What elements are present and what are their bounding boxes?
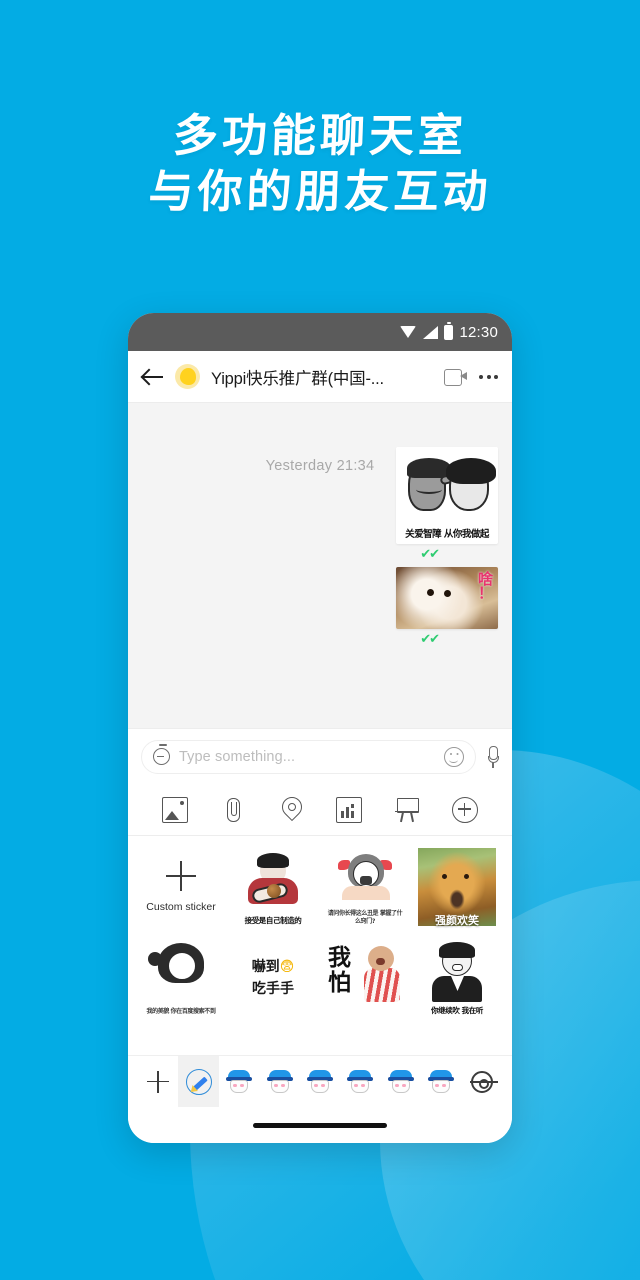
promo-headline-line1: 多功能聊天室 (172, 109, 468, 162)
scared-emoji-icon: 😨 (279, 959, 295, 975)
sticker-art-text: 嚇到😨 吃手手 (234, 938, 312, 1016)
status-bar-time: 12:30 (459, 323, 498, 341)
sticker-item[interactable]: 嚇到😨 吃手手 (234, 938, 312, 1016)
sticker-pack-icon (428, 1069, 455, 1094)
add-sticker-pack-icon (147, 1070, 170, 1093)
sticker-text-line2: 吃手手 (252, 981, 294, 997)
microphone-icon[interactable] (486, 745, 499, 768)
sticker-art-man: 你继续吹 我在听 (418, 938, 496, 1016)
sticker-caption: 你继续吹 我在听 (431, 1006, 483, 1015)
location-icon[interactable] (278, 797, 304, 823)
sticker-art-cat: 啥！ (396, 567, 498, 629)
sticker-art-caring (396, 447, 498, 526)
sticker-item[interactable]: 强颜欢笑 (418, 848, 496, 926)
girl-face-shape (446, 458, 496, 511)
sticker-item[interactable]: 你继续吹 我在听 (418, 938, 496, 1016)
more-options-icon[interactable] (479, 374, 498, 379)
attachment-toolbar (128, 784, 512, 836)
sticker-art-pigtail-girl: 请问你长得这么丑是 掌握了什么窍门? (326, 848, 404, 926)
video-call-icon[interactable] (444, 367, 468, 387)
add-sticker-pack-button[interactable] (138, 1056, 178, 1107)
promo-headline-line2: 与你的朋友互动 (147, 165, 493, 218)
poll-icon[interactable] (336, 796, 362, 823)
sticker-caption: 请问你长得这么丑是 掌握了什么窍门? (327, 910, 403, 925)
sticker-pack-tab-1[interactable] (219, 1056, 259, 1107)
message-input-bar: Type something... (128, 728, 512, 784)
sticker-caption: 强颜欢笑 (435, 914, 479, 927)
conversation-area[interactable]: Yesterday 21:34 关爱智障 从你我做起 ✔✔ 啥！ ✔✔ (128, 403, 512, 728)
sticker-settings-button[interactable] (462, 1056, 502, 1107)
sticker-caption: 接受是自己制造的 (244, 916, 302, 925)
sticker-item[interactable]: 我怕 (326, 938, 404, 1016)
sticker-pack-icon (226, 1069, 253, 1094)
timer-icon[interactable] (153, 744, 170, 765)
sticker-item[interactable]: 请问你长得这么丑是 掌握了什么窍门? (326, 848, 404, 926)
sticker-message-1[interactable]: 关爱智障 从你我做起 (396, 447, 498, 544)
man-face-shape (407, 458, 451, 511)
add-more-icon[interactable] (452, 796, 478, 823)
sticker-panel: Custom sticker 接受是自己制造的 请问你长得这么丑是 掌握了什么窍… (128, 836, 512, 1055)
chat-header: Yippi快乐推广群(中国-... (128, 351, 512, 403)
pencil-icon (185, 1068, 212, 1095)
read-receipt-2: ✔✔ (420, 631, 440, 646)
gallery-icon[interactable] (162, 796, 188, 823)
sticker-pack-tab-4[interactable] (340, 1056, 380, 1107)
sticker-caption: 我的美貌 你在百度搜索不到 (146, 1007, 216, 1015)
sticker-tab-bar (128, 1055, 512, 1107)
sticker-art-dog: 强颜欢笑 (418, 848, 496, 926)
custom-sticker-label: Custom sticker (146, 901, 216, 913)
plus-icon (166, 861, 196, 891)
whiteboard-icon[interactable] (394, 797, 420, 823)
group-avatar[interactable] (175, 364, 200, 389)
home-indicator[interactable] (253, 1122, 387, 1128)
status-bar: 12:30 (128, 313, 512, 351)
sticker-pack-tab-2[interactable] (259, 1056, 299, 1107)
chat-title[interactable]: Yippi快乐推广群(中国-... (211, 365, 433, 389)
sticker-pack-tab-3[interactable] (300, 1056, 340, 1107)
sticker-pack-icon (387, 1069, 414, 1094)
sticker-pack-icon (347, 1069, 374, 1094)
sticker-message-2[interactable]: 啥！ (396, 567, 498, 629)
home-indicator-area (128, 1107, 512, 1143)
message-bubble[interactable]: 啥！ ✔✔ (396, 567, 498, 646)
sticker-caption-overlay: 啥！ (477, 570, 493, 602)
sticker-art-boy: 接受是自己制造的 (234, 848, 312, 926)
sticker-item[interactable]: 我的美貌 你在百度搜索不到 (142, 938, 220, 1016)
message-input-placeholder[interactable]: Type something... (179, 749, 435, 765)
message-bubble[interactable]: 关爱智障 从你我做起 ✔✔ (396, 447, 498, 561)
sticker-settings-icon (469, 1070, 498, 1093)
wifi-icon (400, 326, 417, 338)
sticker-art-mirror-girl: 我的美貌 你在百度搜索不到 (142, 938, 220, 1016)
sticker-text-line1: 嚇到 (251, 959, 280, 975)
sticker-pack-icon (306, 1069, 333, 1094)
sticker-art-crying-baby: 我怕 (326, 938, 404, 1016)
promo-headline: 多功能聊天室 与你的朋友互动 (0, 108, 640, 220)
smiley-icon[interactable] (444, 746, 464, 767)
read-receipt-1: ✔✔ (420, 546, 440, 561)
message-input-field[interactable]: Type something... (141, 739, 476, 774)
signal-icon (423, 325, 439, 339)
battery-icon (444, 322, 454, 340)
sticker-caption: 关爱智障 从你我做起 (405, 529, 489, 540)
sticker-pack-tab-5[interactable] (381, 1056, 421, 1107)
phone-mockup: 12:30 Yippi快乐推广群(中国-... Yesterday 21:34 … (128, 313, 512, 1143)
sticker-row-1: Custom sticker 接受是自己制造的 请问你长得这么丑是 掌握了什么窍… (142, 848, 498, 926)
attachment-icon[interactable] (220, 797, 246, 823)
back-arrow-icon[interactable] (142, 366, 164, 388)
draw-sticker-tab[interactable] (178, 1056, 219, 1107)
sticker-pack-tab-6[interactable] (421, 1056, 461, 1107)
sticker-pack-icon (266, 1069, 293, 1094)
sticker-item[interactable]: 接受是自己制造的 (234, 848, 312, 926)
sticker-caption: 我怕 (328, 945, 351, 996)
sticker-row-2: 我的美貌 你在百度搜索不到 嚇到😨 吃手手 我怕 你继续吹 我在听 (142, 938, 498, 1016)
custom-sticker-button[interactable]: Custom sticker (142, 848, 220, 926)
